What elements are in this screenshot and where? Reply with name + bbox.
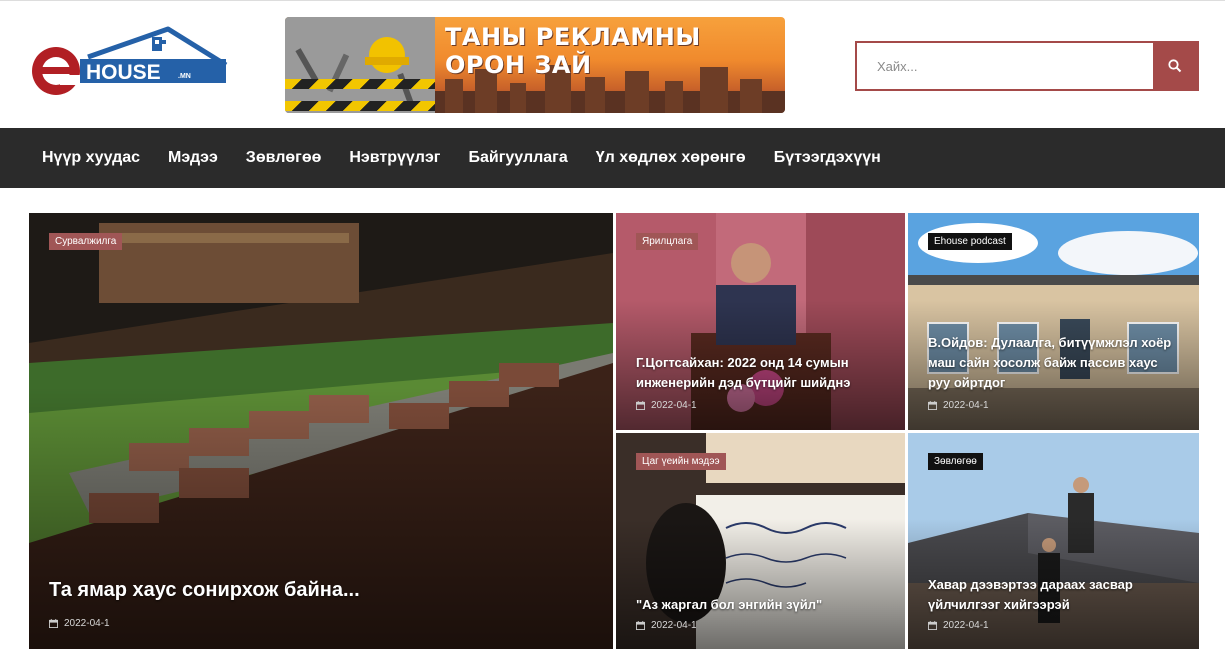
article-card[interactable]: Ehouse podcast В.Ойдов: Дулаалга, битүүм…: [908, 213, 1199, 430]
article-card[interactable]: Зөвлөгөө Хавар дээвэртээ дараах засвар ү…: [908, 433, 1199, 649]
calendar-icon: [49, 619, 58, 628]
category-badge[interactable]: Ehouse podcast: [928, 233, 1012, 250]
nav-item-shows[interactable]: Нэвтрүүлэг: [335, 128, 454, 188]
article-card[interactable]: Цаг үеийн мэдээ "Аз жаргал бол энгийн зү…: [616, 433, 905, 649]
logo-suffix: .MN: [178, 73, 191, 80]
category-badge[interactable]: Зөвлөгөө: [928, 453, 983, 470]
calendar-icon: [636, 401, 645, 410]
nav-item-products[interactable]: Бүтээгдэхүүн: [760, 128, 895, 188]
date-text: 2022-04-1: [64, 618, 110, 629]
date-text: 2022-04-1: [651, 400, 697, 411]
calendar-icon: [636, 621, 645, 630]
main-nav: Нүүр хуудас Мэдээ Зөвлөгөө Нэвтрүүлэг Ба…: [0, 128, 1225, 188]
nav-item-home[interactable]: Нүүр хуудас: [28, 128, 154, 188]
nav-item-news[interactable]: Мэдээ: [154, 128, 232, 188]
image-overlay: [29, 387, 613, 649]
ad-banner[interactable]: ТАНЫ РЕКЛАМНЫ ОРОН ЗАЙ: [285, 17, 785, 113]
banner-text: ТАНЫ РЕКЛАМНЫ ОРОН ЗАЙ: [445, 23, 701, 79]
search-icon: [1168, 59, 1182, 73]
article-title[interactable]: В.Ойдов: Дулаалга, битүүмжлэл хоёр маш с…: [928, 333, 1183, 393]
calendar-icon: [928, 401, 937, 410]
calendar-icon: [928, 621, 937, 630]
banner-caution-tape: [285, 101, 435, 111]
logo-word: HOUSE: [86, 61, 161, 84]
article-title[interactable]: Хавар дээвэртээ дараах засвар үйлчилгээг…: [928, 575, 1183, 615]
search-form: [855, 41, 1199, 91]
search-input[interactable]: [857, 43, 1153, 89]
article-title[interactable]: Та ямар хаус сонирхож байна...: [49, 579, 597, 602]
date-text: 2022-04-1: [651, 620, 697, 631]
article-date: 2022-04-1: [49, 618, 110, 629]
article-date: 2022-04-1: [928, 620, 989, 631]
date-text: 2022-04-1: [943, 400, 989, 411]
banner-tools-image: [285, 17, 435, 113]
article-date: 2022-04-1: [636, 620, 697, 631]
banner-caution-tape: [285, 79, 435, 89]
category-badge[interactable]: Ярилцлага: [636, 233, 699, 250]
article-title[interactable]: "Аз жаргал бол энгийн зүйл": [636, 595, 889, 615]
category-badge[interactable]: Цаг үеийн мэдээ: [636, 453, 726, 470]
article-date: 2022-04-1: [928, 400, 989, 411]
article-date: 2022-04-1: [636, 400, 697, 411]
nav-item-real-estate[interactable]: Үл хөдлөх хөрөнгө: [582, 128, 760, 188]
article-title[interactable]: Г.Цогтсайхан: 2022 онд 14 сумын инженери…: [636, 353, 889, 393]
nav-item-advice[interactable]: Зөвлөгөө: [232, 128, 336, 188]
site-header: HOUSE .MN ТАНЫ РЕКЛАМНЫ ОРОН ЗАЙ Хайх...: [0, 1, 1225, 128]
category-badge[interactable]: Сурвалжилга: [49, 233, 123, 250]
featured-article[interactable]: Сурвалжилга Та ямар хаус сонирхож байна.…: [29, 213, 613, 649]
site-logo[interactable]: HOUSE .MN: [28, 25, 228, 101]
article-card[interactable]: Ярилцлага Г.Цогтсайхан: 2022 онд 14 сумы…: [616, 213, 905, 430]
nav-item-organizations[interactable]: Байгууллага: [454, 128, 581, 188]
date-text: 2022-04-1: [943, 620, 989, 631]
search-button[interactable]: [1153, 43, 1197, 89]
